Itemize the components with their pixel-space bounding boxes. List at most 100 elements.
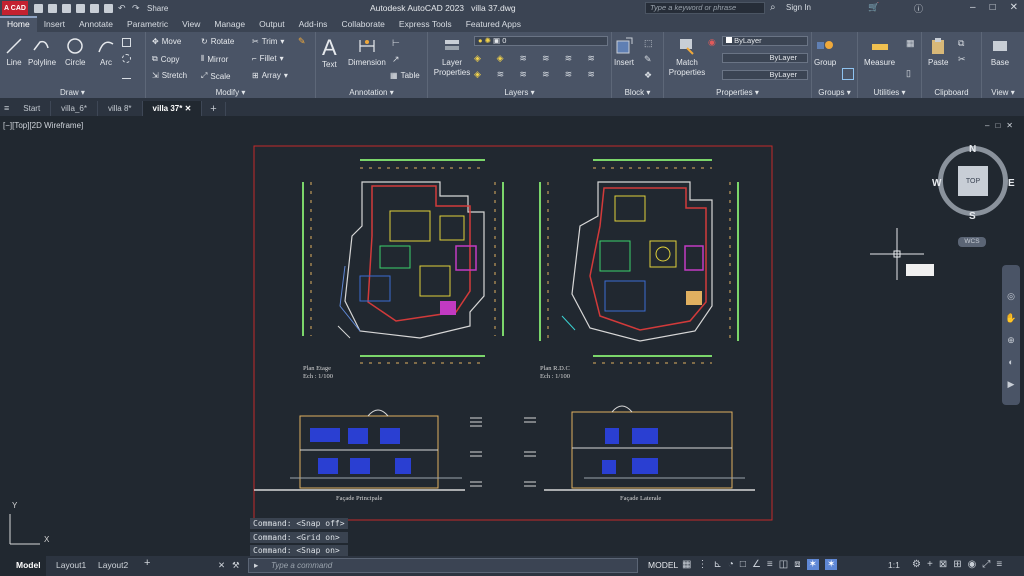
- fullscreen-icon[interactable]: ⤢: [982, 559, 990, 570]
- layout-tab-layout1[interactable]: Layout1: [56, 560, 86, 570]
- tab-output[interactable]: Output: [252, 16, 292, 32]
- text-button[interactable]: A Text: [322, 36, 337, 70]
- layer-tool-icon[interactable]: ≋: [587, 53, 608, 67]
- layer-tool-icon[interactable]: ≋: [497, 69, 518, 83]
- dimension-button[interactable]: Dimension: [348, 36, 386, 67]
- showmotion-icon[interactable]: ▶: [1002, 373, 1020, 395]
- menu-icon[interactable]: ≡: [0, 100, 13, 116]
- orbit-icon[interactable]: ◐: [1002, 351, 1020, 373]
- layer-tool-icon[interactable]: ≋: [587, 69, 608, 83]
- close-tab-icon[interactable]: ✕: [185, 104, 192, 113]
- circle-button[interactable]: Circle: [65, 36, 85, 67]
- workspace-gear-icon[interactable]: ⚙: [912, 559, 921, 570]
- scale-button[interactable]: ⤢ Scale: [201, 71, 230, 81]
- viewcube-east[interactable]: E: [1008, 178, 1015, 189]
- fillet-button[interactable]: ⌐ Fillet ▾: [252, 54, 284, 63]
- utilities-panel-label[interactable]: Utilities ▾: [858, 88, 921, 97]
- maximize-icon[interactable]: □: [990, 2, 996, 13]
- layer-tool-icon[interactable]: ◈: [474, 69, 495, 83]
- quick-properties-icon[interactable]: ⊞: [953, 559, 961, 570]
- redo-icon[interactable]: ↷: [132, 3, 141, 13]
- rotate-button[interactable]: ↻ Rotate: [201, 37, 234, 46]
- open-icon[interactable]: [48, 3, 57, 13]
- lineweight-icon[interactable]: ≡: [767, 559, 773, 570]
- file-tab-villa-6[interactable]: villa_6*: [51, 101, 98, 116]
- tab-featured-apps[interactable]: Featured Apps: [459, 16, 528, 32]
- move-button[interactable]: ✥ Move: [152, 37, 181, 46]
- print-icon[interactable]: [104, 3, 113, 13]
- pan-icon[interactable]: ✋: [1002, 307, 1020, 329]
- line-button[interactable]: Line: [4, 36, 24, 67]
- layer-tool-icon[interactable]: ≋: [519, 69, 540, 83]
- layout-tab-layout2[interactable]: Layout2: [98, 560, 128, 570]
- attribute-icon[interactable]: ❖: [644, 70, 652, 81]
- command-input[interactable]: Type a command: [248, 558, 638, 573]
- tab-annotate[interactable]: Annotate: [72, 16, 120, 32]
- layer-tool-icon[interactable]: ≋: [542, 69, 563, 83]
- pencil-icon[interactable]: ✎: [298, 36, 306, 47]
- zoom-icon[interactable]: ⊕: [1002, 329, 1020, 351]
- linetype-dropdown[interactable]: ByLayer: [722, 70, 808, 80]
- paste-button[interactable]: Paste: [928, 36, 948, 67]
- array-button[interactable]: ⊞ Array ▾: [252, 71, 288, 80]
- annotation-scale-icon[interactable]: ✶: [806, 559, 819, 570]
- layer-tool-icon[interactable]: ◈: [474, 53, 495, 67]
- stretch-button[interactable]: ⇲ Stretch: [152, 71, 187, 80]
- layout-tab-model[interactable]: Model: [16, 560, 41, 570]
- linear-dim-icon[interactable]: ⊢: [392, 38, 400, 49]
- modify-panel-label[interactable]: Modify ▾: [146, 88, 315, 97]
- block-panel-label[interactable]: Block ▾: [612, 88, 663, 97]
- steering-wheel-icon[interactable]: ◎: [1002, 285, 1020, 307]
- group-select-icon[interactable]: [842, 68, 854, 80]
- ortho-icon[interactable]: ⊾: [713, 559, 721, 570]
- annotation-visibility-icon[interactable]: ✶: [824, 559, 838, 570]
- search-icon[interactable]: ⌕: [770, 2, 776, 13]
- copy-clip-icon[interactable]: ⧉: [958, 38, 964, 49]
- web-icon[interactable]: [90, 3, 99, 13]
- leader-icon[interactable]: ↗: [392, 54, 400, 65]
- layer-tool-icon[interactable]: ≋: [565, 53, 586, 67]
- match-properties-button[interactable]: Match Properties: [668, 36, 706, 78]
- add-layout-icon[interactable]: +: [144, 557, 150, 569]
- new-icon[interactable]: [34, 3, 43, 13]
- polar-icon[interactable]: ◔: [728, 559, 734, 570]
- undo-icon[interactable]: ↶: [118, 3, 127, 13]
- properties-panel-label[interactable]: Properties ▾: [664, 88, 811, 97]
- id-point-icon[interactable]: ▯: [906, 68, 911, 79]
- isolate-icon[interactable]: ◉: [968, 559, 977, 570]
- minimize-icon[interactable]: –: [970, 2, 976, 13]
- customize-command-icon[interactable]: ⚒: [232, 560, 240, 571]
- tab-addins[interactable]: Add-ins: [292, 16, 335, 32]
- groups-panel-label[interactable]: Groups ▾: [812, 88, 857, 97]
- viewcube-west[interactable]: W: [932, 178, 941, 189]
- tab-collaborate[interactable]: Collaborate: [334, 16, 391, 32]
- cart-icon[interactable]: 🛒: [868, 2, 879, 13]
- sign-in-button[interactable]: Sign In: [786, 3, 811, 12]
- cut-icon[interactable]: ✂: [958, 54, 966, 65]
- share-button[interactable]: Share: [147, 4, 168, 13]
- close-command-icon[interactable]: ✕: [218, 560, 225, 571]
- color-dropdown[interactable]: ByLayer: [722, 36, 808, 46]
- tab-express-tools[interactable]: Express Tools: [392, 16, 459, 32]
- file-tab-villa-8[interactable]: villa 8*: [98, 101, 143, 116]
- rectangle-icon[interactable]: [122, 38, 131, 47]
- wcs-menu[interactable]: WCS: [958, 237, 986, 247]
- transparency-icon[interactable]: ◫: [779, 559, 788, 570]
- save-as-icon[interactable]: [76, 3, 85, 13]
- trim-button[interactable]: ✂ Trim ▾: [252, 37, 284, 46]
- search-input[interactable]: Type a keyword or phrase: [645, 2, 765, 14]
- viewcube-top[interactable]: TOP: [958, 166, 988, 196]
- viewcube-north[interactable]: N: [969, 144, 976, 155]
- insert-button[interactable]: Insert: [614, 36, 634, 67]
- snap-icon[interactable]: ⋮: [697, 559, 707, 570]
- file-tab-villa-37[interactable]: villa 37* ✕: [142, 101, 203, 116]
- lineweight-dropdown[interactable]: ByLayer: [722, 53, 808, 63]
- close-icon[interactable]: ✕: [1010, 2, 1018, 13]
- save-icon[interactable]: [62, 3, 71, 13]
- annotation-scale-value[interactable]: 1:1: [888, 560, 900, 570]
- layer-tool-icon[interactable]: ◈: [497, 53, 518, 67]
- annotation-panel-label[interactable]: Annotation ▾: [316, 88, 427, 97]
- layer-tool-icon[interactable]: ≋: [565, 69, 586, 83]
- model-space-button[interactable]: MODEL: [648, 560, 678, 570]
- create-block-icon[interactable]: ⬚: [644, 38, 653, 49]
